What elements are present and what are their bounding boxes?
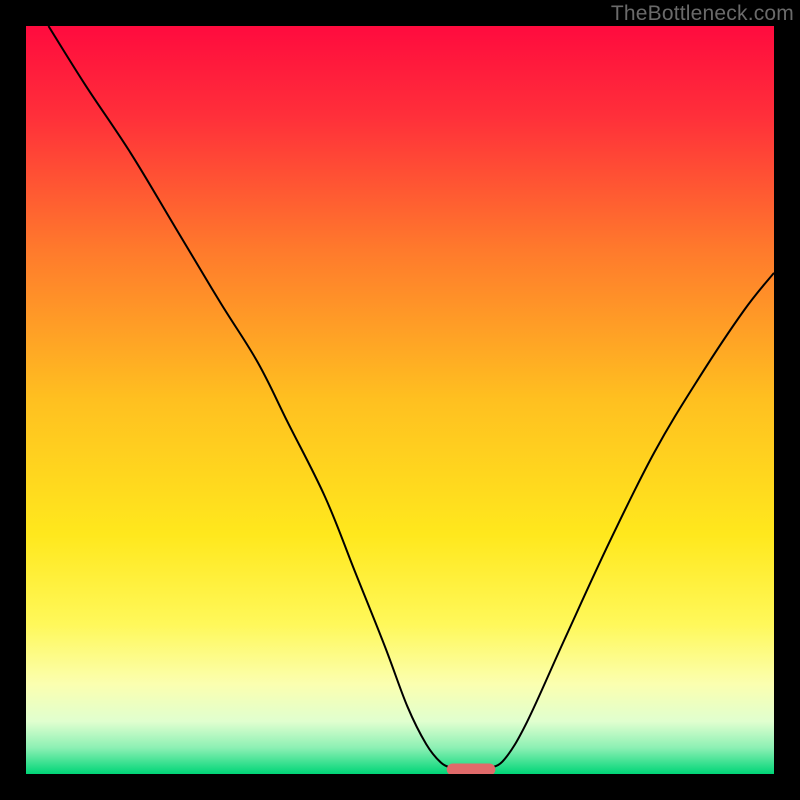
gradient-background <box>26 26 774 774</box>
watermark-text: TheBottleneck.com <box>611 2 794 26</box>
chart-frame <box>26 26 774 774</box>
optimal-range-marker <box>447 764 496 774</box>
bottleneck-chart <box>26 26 774 774</box>
